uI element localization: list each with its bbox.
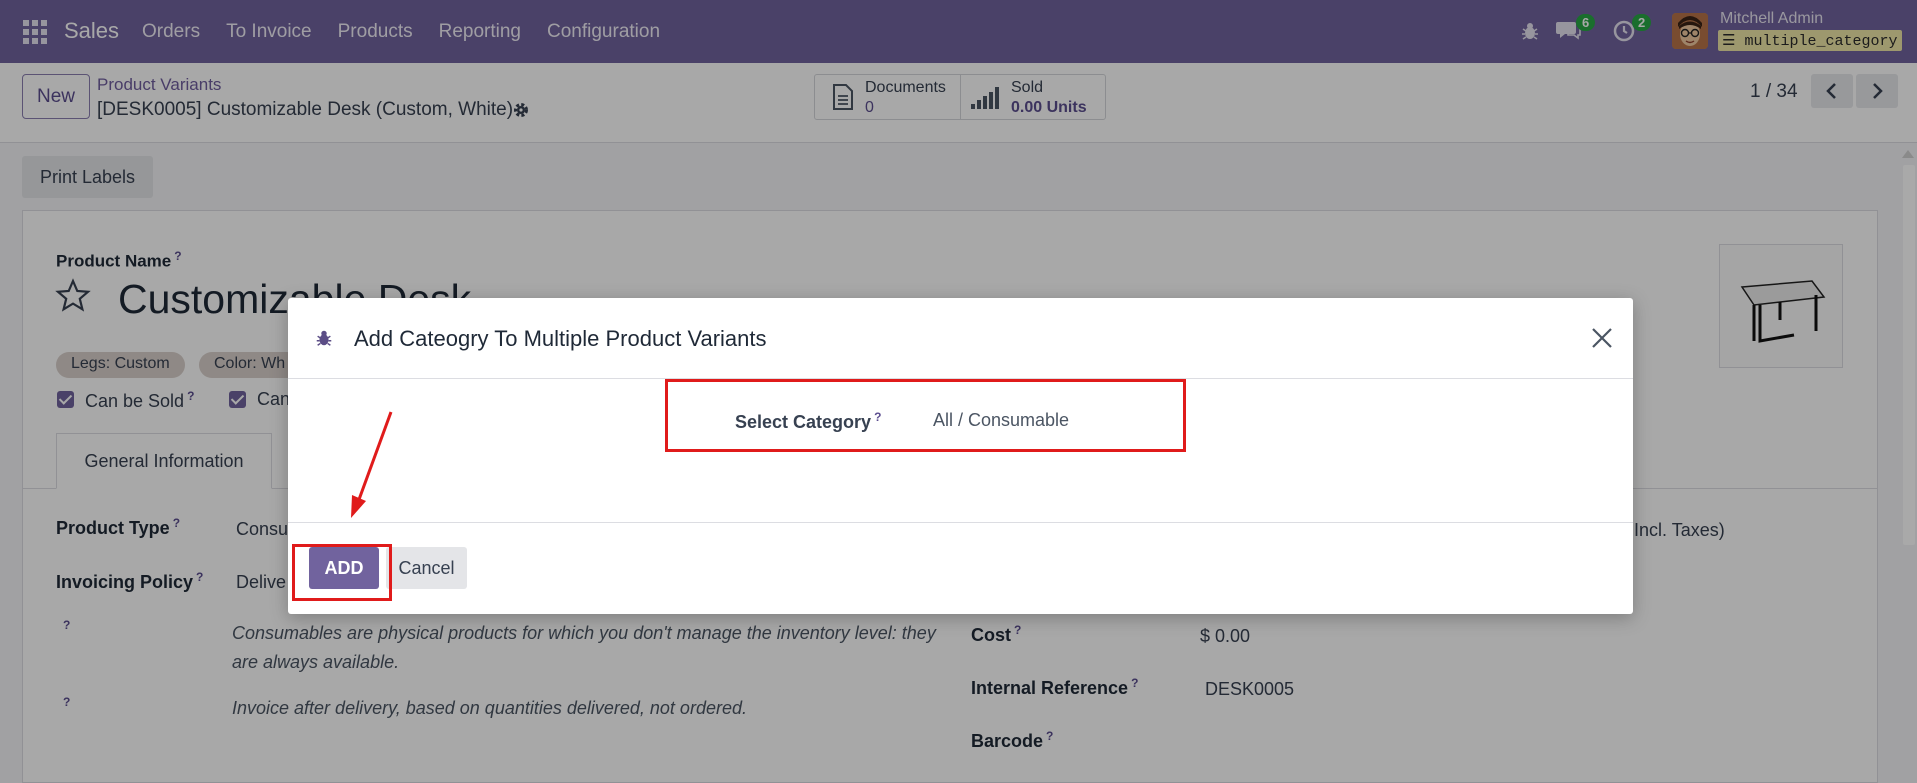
scrollbar-thumb[interactable] (1903, 165, 1915, 545)
dialog-footer (288, 522, 1633, 614)
debug-bug-icon (316, 330, 332, 346)
add-category-dialog: Add Cateogry To Multiple Product Variant… (288, 298, 1633, 614)
scroll-up-arrow[interactable] (1902, 150, 1914, 158)
cancel-button[interactable]: Cancel (386, 547, 467, 589)
close-icon[interactable] (1588, 324, 1616, 352)
highlight-category-box (665, 379, 1186, 452)
dialog-header: Add Cateogry To Multiple Product Variant… (288, 298, 1633, 379)
highlight-add-box (292, 544, 392, 601)
dialog-title: Add Cateogry To Multiple Product Variant… (354, 326, 767, 351)
